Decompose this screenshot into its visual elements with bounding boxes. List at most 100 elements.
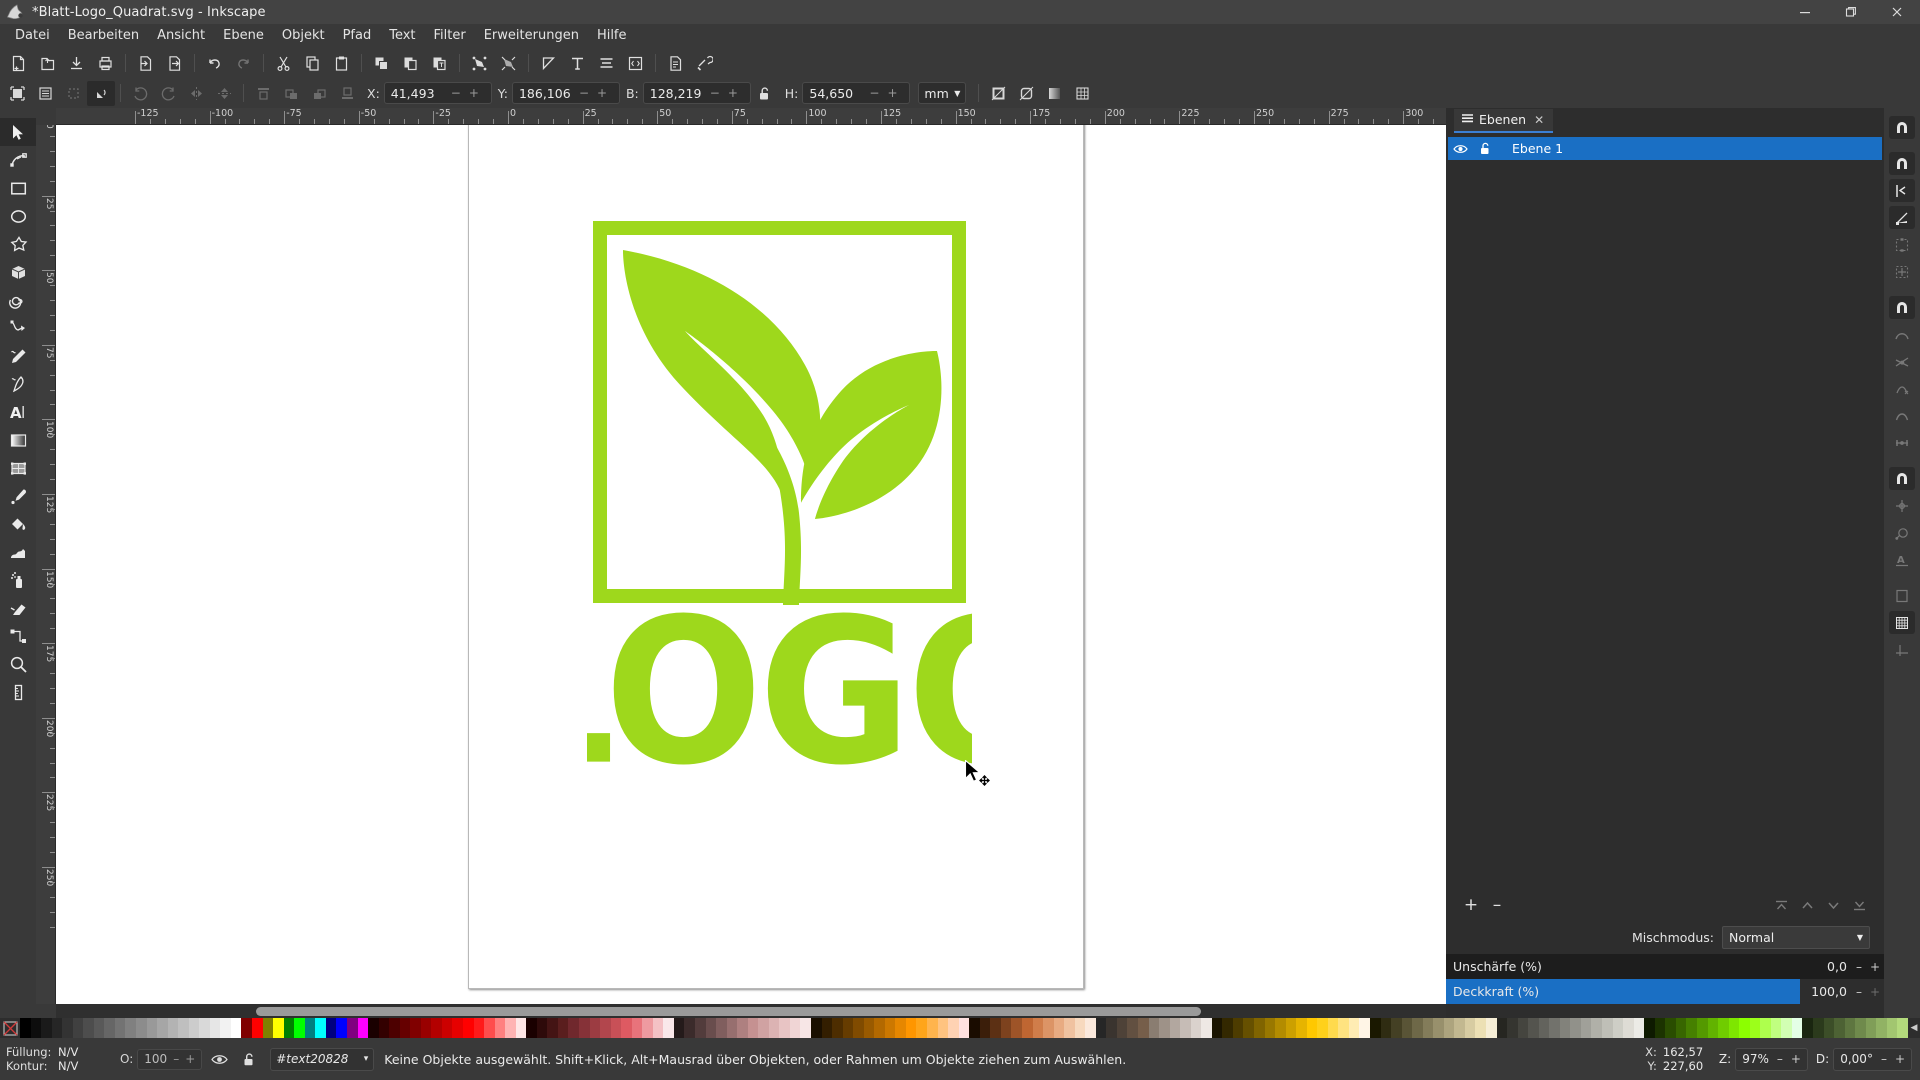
tab-ebenen[interactable]: Ebenen ✕: [1454, 109, 1554, 133]
snap-smooth-nodes-toggle[interactable]: [1884, 402, 1920, 429]
menu-hilfe[interactable]: Hilfe: [588, 25, 636, 47]
palette-swatch[interactable]: [1348, 1018, 1360, 1038]
palette-swatch[interactable]: [1623, 1018, 1634, 1038]
palette-swatch[interactable]: [1728, 1018, 1740, 1038]
unlocked-ratio-icon[interactable]: [753, 81, 777, 105]
x-decrement[interactable]: −: [447, 83, 465, 103]
menu-ansicht[interactable]: Ansicht: [148, 25, 214, 47]
scale-stroke-icon[interactable]: [984, 81, 1012, 106]
palette-swatch[interactable]: [283, 1018, 295, 1038]
palette-swatch[interactable]: [895, 1018, 906, 1038]
tweak-tool[interactable]: [0, 538, 36, 566]
logo-artwork[interactable]: LOGO: [587, 213, 972, 773]
palette-swatch[interactable]: [1528, 1018, 1539, 1038]
mesh-gradient-tool[interactable]: [0, 454, 36, 482]
scrollbar-thumb[interactable]: [256, 1007, 1201, 1016]
palette-swatch[interactable]: [1043, 1018, 1054, 1038]
palette-swatch[interactable]: [72, 1018, 84, 1038]
palette-swatch[interactable]: [1180, 1018, 1191, 1038]
raise-icon[interactable]: [277, 81, 305, 106]
unlocked-icon[interactable]: [1473, 142, 1498, 155]
palette-swatch[interactable]: [1264, 1018, 1276, 1038]
palette-swatch[interactable]: [1823, 1018, 1835, 1038]
palette-swatch[interactable]: [1433, 1018, 1444, 1038]
palette-swatch[interactable]: [874, 1018, 885, 1038]
palette-swatch[interactable]: [1855, 1018, 1866, 1038]
snap-page-border-toggle[interactable]: [1884, 582, 1920, 609]
blur-decrement[interactable]: –: [1852, 960, 1866, 974]
layer-raise-to-top-button[interactable]: [1768, 893, 1794, 917]
x-increment[interactable]: +: [465, 83, 483, 103]
palette-swatch[interactable]: [1000, 1018, 1012, 1038]
opacity-decrement[interactable]: –: [170, 1052, 182, 1066]
palette-swatch[interactable]: [1665, 1018, 1676, 1038]
palette-swatch[interactable]: [209, 1018, 221, 1038]
palette-swatch[interactable]: [547, 1018, 558, 1038]
palette-swatch[interactable]: [1296, 1018, 1307, 1038]
palette-swatch[interactable]: [1781, 1018, 1792, 1038]
palette-swatch[interactable]: [1654, 1018, 1666, 1038]
palette-swatch[interactable]: [62, 1018, 73, 1038]
x-input[interactable]: [384, 85, 447, 101]
height-input[interactable]: [803, 85, 866, 101]
paste-icon[interactable]: [327, 50, 356, 76]
selector-tool[interactable]: [0, 118, 36, 146]
opacity-control[interactable]: O: 100 – +: [120, 1048, 203, 1070]
palette-swatch[interactable]: [441, 1018, 453, 1038]
menu-datei[interactable]: Datei: [6, 25, 59, 47]
palette-swatch[interactable]: [663, 1018, 674, 1038]
snap-nodes-paths-toggle[interactable]: [1884, 294, 1920, 321]
palette-swatch[interactable]: [1116, 1018, 1128, 1038]
document-page[interactable]: LOGO: [468, 125, 1084, 989]
cut-icon[interactable]: [269, 50, 298, 76]
zoom-control[interactable]: Z: 97% – +: [1719, 1047, 1808, 1071]
scale-rects-icon[interactable]: [1012, 81, 1040, 106]
palette-swatch[interactable]: [1686, 1018, 1697, 1038]
palette-swatch[interactable]: [230, 1018, 242, 1038]
palette-swatch[interactable]: [146, 1018, 158, 1038]
palette-swatch[interactable]: [241, 1018, 253, 1038]
palette-swatch[interactable]: [737, 1018, 748, 1038]
print-icon[interactable]: [91, 50, 120, 76]
palette-swatch[interactable]: [716, 1018, 727, 1038]
palette-swatch[interactable]: [1834, 1018, 1845, 1038]
palette-swatch[interactable]: [863, 1018, 875, 1038]
palette-swatch[interactable]: [642, 1018, 653, 1038]
palette-swatch[interactable]: [304, 1018, 316, 1038]
palette-swatch[interactable]: [220, 1018, 231, 1038]
palette-swatch[interactable]: [346, 1018, 358, 1038]
snap-bbox-edge-midpoints-toggle[interactable]: [1884, 231, 1920, 258]
palette-swatch[interactable]: [431, 1018, 442, 1038]
palette-swatch[interactable]: [1401, 1018, 1413, 1038]
palette-swatch[interactable]: [779, 1018, 790, 1038]
palette-swatch[interactable]: [884, 1018, 896, 1038]
palette-swatch[interactable]: [1317, 1018, 1328, 1038]
palette-swatch[interactable]: [1127, 1018, 1138, 1038]
palette-swatch[interactable]: [1137, 1018, 1149, 1038]
width-field[interactable]: − +: [642, 82, 751, 104]
palette-swatch[interactable]: [336, 1018, 347, 1038]
palette-swatch[interactable]: [83, 1018, 94, 1038]
palette-swatch[interactable]: [600, 1018, 611, 1038]
palette-swatch[interactable]: [557, 1018, 569, 1038]
palette-swatch[interactable]: [1412, 1018, 1423, 1038]
palette-swatch[interactable]: [1422, 1018, 1434, 1038]
snap-others-toggle[interactable]: [1884, 465, 1920, 492]
spiral-tool[interactable]: [0, 286, 36, 314]
layer-name[interactable]: Ebene 1: [1498, 141, 1563, 156]
select-all-layers-icon[interactable]: [31, 81, 59, 106]
opacity-increment[interactable]: +: [182, 1052, 198, 1066]
palette-swatch[interactable]: [1591, 1018, 1603, 1038]
palette-swatch[interactable]: [125, 1018, 137, 1038]
pen-tool[interactable]: [0, 314, 36, 342]
palette-swatch[interactable]: [1749, 1018, 1761, 1038]
palette-swatch[interactable]: [1876, 1018, 1887, 1038]
snap-path-intersections-toggle[interactable]: [1884, 348, 1920, 375]
y-field[interactable]: − +: [511, 82, 620, 104]
palette-swatches[interactable]: [20, 1018, 1908, 1038]
palette-swatch[interactable]: [1644, 1018, 1655, 1038]
palette-swatch[interactable]: [1074, 1018, 1086, 1038]
zoom-field[interactable]: 97% – +: [1735, 1047, 1808, 1071]
menu-bearbeiten[interactable]: Bearbeiten: [59, 25, 148, 47]
palette-swatch[interactable]: [958, 1018, 970, 1038]
